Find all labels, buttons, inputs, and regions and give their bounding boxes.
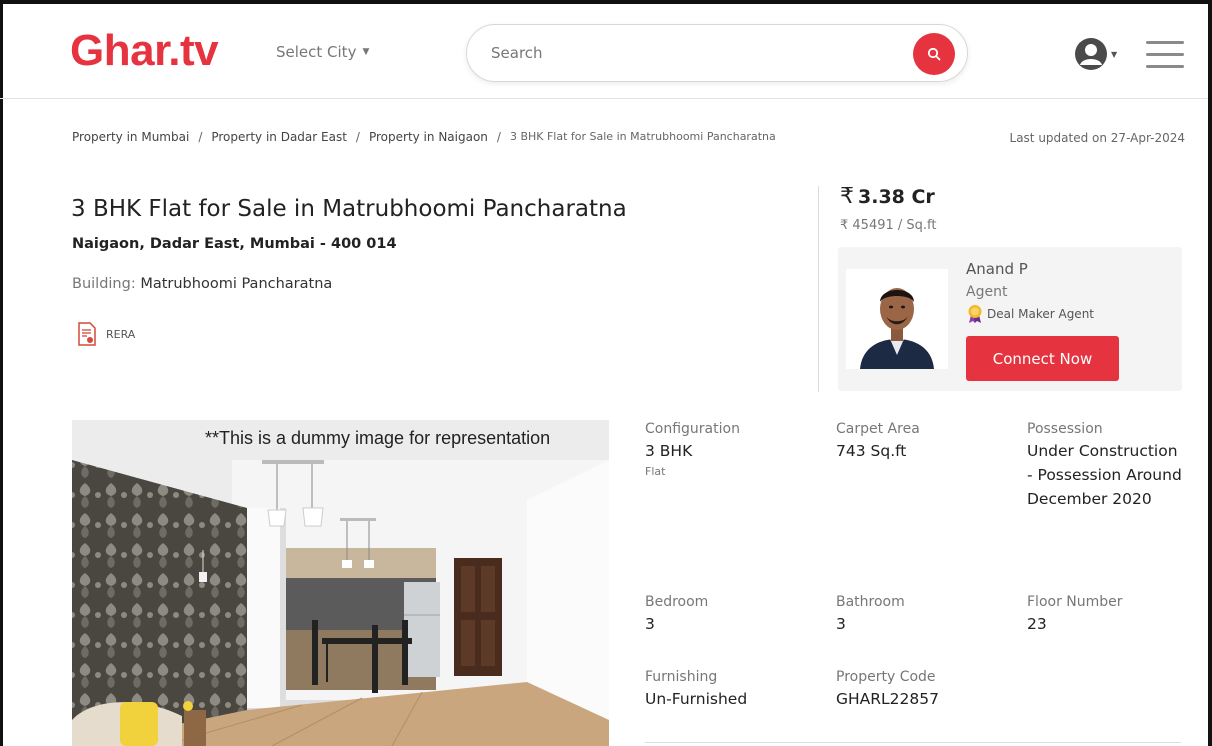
agent-badge: Deal Maker Agent [966, 304, 1094, 324]
detail-label: Carpet Area [836, 421, 920, 437]
user-avatar-icon [1075, 38, 1107, 70]
breadcrumb-separator: / [198, 130, 203, 144]
building-name[interactable]: Matrubhoomi Pancharatna [140, 276, 332, 292]
chevron-down-icon: ▼ [362, 47, 370, 57]
detail-carpet-area: Carpet Area 743 Sq.ft [836, 421, 1006, 463]
section-divider [645, 742, 1181, 743]
agent-role: Agent [966, 284, 1008, 300]
detail-label: Configuration [645, 421, 740, 437]
site-header: Ghar.tv Select City ▼ ▼ [0, 4, 1208, 99]
detail-bathroom: Bathroom 3 [836, 594, 1006, 636]
image-disclaimer: **This is a dummy image for representati… [205, 428, 551, 448]
building-label: Building: [72, 276, 136, 292]
breadcrumb-current: 3 BHK Flat for Sale in Matrubhoomi Panch… [509, 130, 776, 143]
price-amount: 3.38 Cr [858, 186, 935, 208]
last-updated-date: Last updated on 27-Apr-2024 [1009, 131, 1185, 145]
detail-value: Un-Furnished [645, 690, 748, 708]
select-city-dropdown[interactable]: Select City ▼ [276, 43, 369, 61]
room-illustration [72, 420, 609, 746]
agent-name: Anand P [966, 260, 1028, 278]
user-account-button[interactable]: ▼ [1074, 37, 1117, 71]
breadcrumb-link-mumbai[interactable]: Property in Mumbai [72, 130, 189, 144]
breadcrumb-link-dadar-east[interactable]: Property in Dadar East [211, 130, 347, 144]
divider [818, 186, 819, 392]
detail-value: 3 [645, 615, 655, 633]
detail-label: Bathroom [836, 594, 905, 610]
rera-document-icon [78, 322, 96, 346]
search-icon [927, 47, 941, 61]
listing-address: Naigaon, Dadar East, Mumbai - 400 014 [72, 236, 397, 252]
search-input[interactable] [491, 39, 891, 67]
agent-card: Anand P Agent Deal Maker Agent Connect N… [838, 247, 1182, 391]
detail-label: Property Code [836, 669, 936, 685]
detail-label: Furnishing [645, 669, 718, 685]
hamburger-menu-icon[interactable] [1146, 41, 1184, 71]
price-per-sqft: ₹ 45491 / Sq.ft [840, 218, 937, 233]
detail-label: Possession [1027, 421, 1103, 437]
detail-value: Under Construction - Possession Around D… [1027, 442, 1182, 508]
detail-value: 3 BHK [645, 442, 693, 460]
detail-value: 3 [836, 615, 846, 633]
property-image[interactable]: **This is a dummy image for representati… [72, 420, 609, 746]
agent-photo [846, 269, 948, 369]
chevron-down-icon: ▼ [1111, 49, 1118, 59]
award-badge-icon [968, 305, 982, 323]
detail-value: 23 [1027, 615, 1047, 633]
search-bar [466, 24, 968, 82]
detail-furnishing: Furnishing Un-Furnished [645, 669, 815, 711]
detail-possession: Possession Under Construction - Possessi… [1027, 421, 1187, 511]
detail-label: Floor Number [1027, 594, 1123, 610]
rera-label: RERA [106, 327, 136, 341]
site-logo[interactable]: Ghar.tv [70, 26, 219, 76]
detail-bedroom: Bedroom 3 [645, 594, 815, 636]
building-info: Building: Matrubhoomi Pancharatna [72, 276, 332, 292]
detail-subvalue: Flat [645, 465, 666, 478]
breadcrumb-separator: / [355, 130, 360, 144]
price: ₹3.38 Cr [840, 184, 935, 209]
detail-property-code: Property Code GHARL22857 [836, 669, 1006, 711]
search-button[interactable] [913, 33, 955, 75]
rupee-symbol: ₹ [840, 184, 854, 209]
detail-floor-number: Floor Number 23 [1027, 594, 1187, 636]
agent-badge-label: Deal Maker Agent [987, 307, 1095, 321]
detail-value: GHARL22857 [836, 690, 939, 708]
listing-title: 3 BHK Flat for Sale in Matrubhoomi Panch… [71, 196, 627, 222]
detail-value: 743 Sq.ft [836, 442, 907, 460]
breadcrumb-link-naigaon[interactable]: Property in Naigaon [369, 130, 488, 144]
detail-label: Bedroom [645, 594, 709, 610]
breadcrumb-separator: / [496, 130, 501, 144]
detail-configuration: Configuration 3 BHK Flat [645, 421, 815, 478]
connect-now-button[interactable]: Connect Now [966, 336, 1119, 381]
breadcrumb: Property in Mumbai / Property in Dadar E… [72, 130, 776, 144]
select-city-label: Select City [276, 43, 357, 61]
rera-badge[interactable]: RERA [78, 322, 135, 346]
